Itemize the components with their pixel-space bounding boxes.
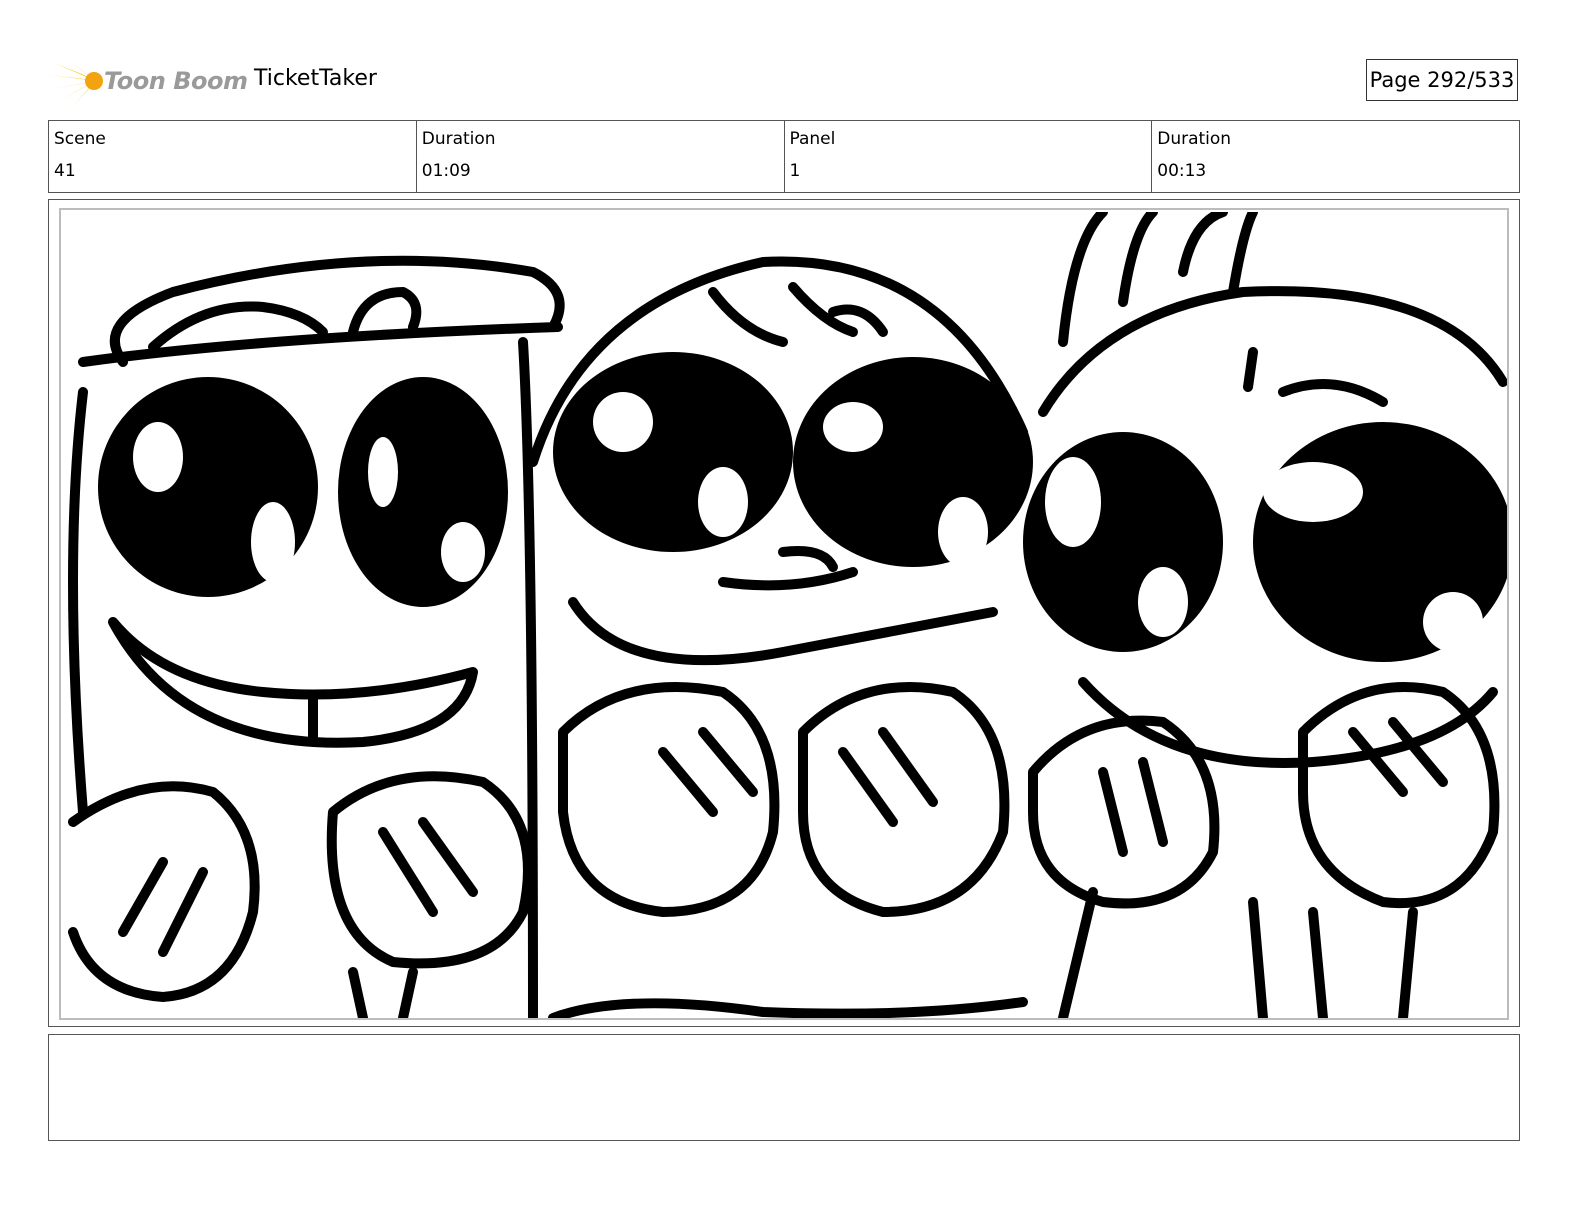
info-cell-panel: Panel 1 <box>785 121 1153 192</box>
right-brow <box>1278 379 1388 407</box>
left-hand-b <box>326 771 533 969</box>
info-label: Panel <box>789 129 836 149</box>
storyboard-panel <box>48 199 1520 1027</box>
info-cell-scene: Scene 41 <box>49 121 417 192</box>
left-finger-4 <box>418 817 478 897</box>
left-mouth <box>108 617 478 748</box>
sunburst-icon <box>50 57 103 105</box>
right-finger-2 <box>1138 757 1168 847</box>
page-header: Toon Boom TicketTaker Page 292/533 <box>0 0 1584 120</box>
middle-eye-2 <box>793 357 1033 567</box>
right-eye-1-glint <box>1138 567 1188 637</box>
middle-hand-a <box>558 682 780 917</box>
middle-hair-1 <box>708 287 788 347</box>
right-finger-3 <box>1348 727 1408 797</box>
right-hand-b <box>1298 682 1500 909</box>
page-label: Page 292/533 <box>1369 68 1515 92</box>
middle-eye-2-glint <box>938 497 988 567</box>
middle-body <box>548 997 1028 1018</box>
left-eye-2-shine <box>368 437 398 507</box>
info-value: 1 <box>789 161 801 181</box>
storyboard-drawing <box>68 212 1507 1018</box>
right-eye-2-glint <box>1423 592 1483 652</box>
middle-finger-1 <box>658 747 718 817</box>
left-eye-2 <box>338 377 508 607</box>
right-head <box>1038 286 1507 417</box>
right-brow-mark <box>1243 347 1258 392</box>
middle-mouth <box>718 567 858 591</box>
right-eye-2-shine <box>1263 462 1363 522</box>
logo-text: Toon Boom <box>104 67 248 95</box>
left-hand-a <box>68 781 260 1002</box>
right-eye-1 <box>1023 432 1223 652</box>
hair-lock <box>348 287 422 337</box>
middle-finger-2 <box>698 727 758 797</box>
middle-nose <box>778 546 838 572</box>
info-label: Scene <box>54 129 106 149</box>
left-finger-2 <box>158 867 208 957</box>
left-eye-2-glint <box>441 522 485 582</box>
info-value: 01:09 <box>421 161 471 181</box>
left-finger-3 <box>378 827 438 917</box>
right-spikes <box>1058 212 1258 347</box>
middle-chin <box>568 597 998 666</box>
info-value: 00:13 <box>1157 161 1207 181</box>
info-cell-panel-duration: Duration 00:13 <box>1152 121 1519 192</box>
middle-finger-3 <box>838 747 898 827</box>
info-value: 41 <box>54 161 76 181</box>
left-legs <box>348 967 418 1018</box>
middle-eye-1 <box>553 352 793 552</box>
panel-safe-area <box>59 208 1509 1020</box>
toon-boom-logo: Toon Boom <box>50 55 248 107</box>
project-title: TicketTaker <box>254 66 377 91</box>
middle-eye-2-shine <box>823 402 883 452</box>
right-body <box>1058 887 1418 1018</box>
scene-info-table: Scene 41 Duration 01:09 Panel 1 Duration… <box>48 120 1520 193</box>
middle-hand-b <box>798 682 1010 917</box>
middle-finger-4 <box>878 727 938 807</box>
panel-notes-box <box>48 1034 1520 1141</box>
middle-eye-1-glint <box>698 467 748 537</box>
info-label: Duration <box>421 129 496 149</box>
info-cell-scene-duration: Duration 01:09 <box>417 121 785 192</box>
info-label: Duration <box>1157 129 1232 149</box>
middle-eye-1-shine <box>593 392 653 452</box>
left-eye-1-glint <box>251 502 295 582</box>
page-indicator: Page 292/533 <box>1366 59 1518 101</box>
right-hand-a <box>1028 715 1220 909</box>
left-finger-1 <box>118 857 168 937</box>
right-finger-1 <box>1098 767 1128 857</box>
right-eye-1-shine <box>1045 457 1101 547</box>
left-eye-1-shine <box>133 422 183 492</box>
